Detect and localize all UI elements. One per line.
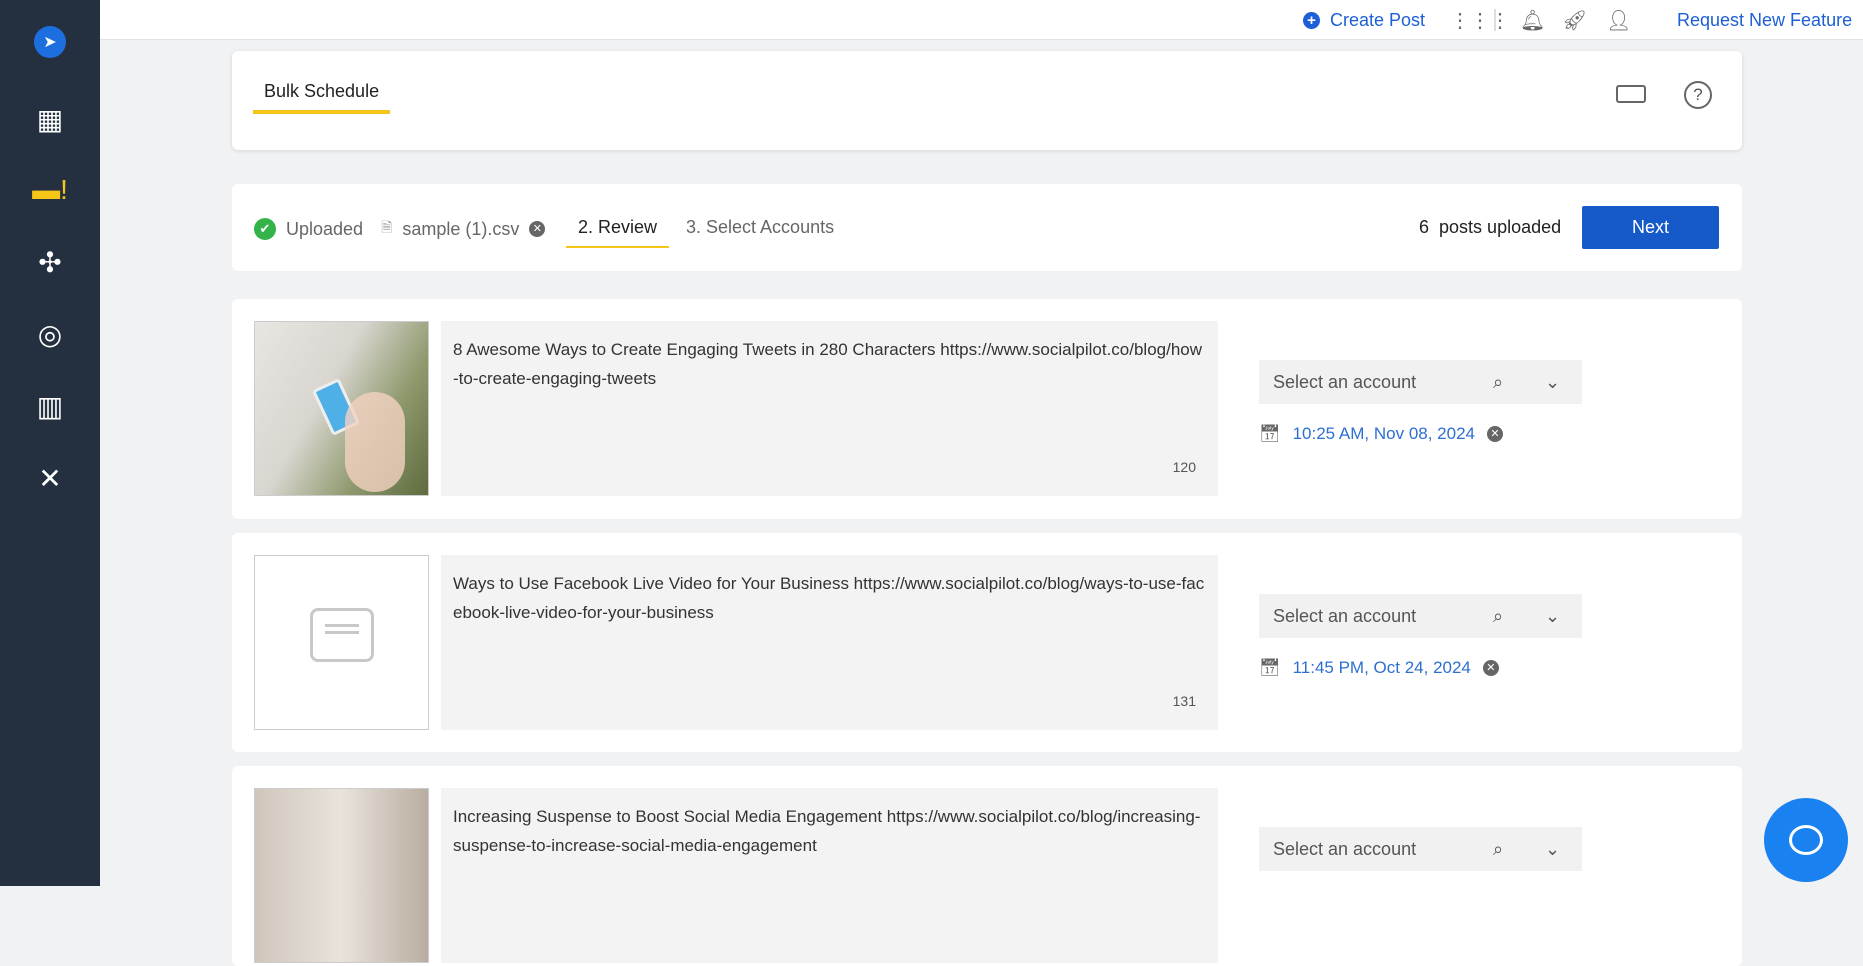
post-row: Ways to Use Facebook Live Video for Your… bbox=[232, 533, 1742, 752]
post-row: Increasing Suspense to Boost Social Medi… bbox=[232, 766, 1742, 966]
posts-icon[interactable]: ▬! bbox=[20, 170, 80, 210]
next-button[interactable]: Next bbox=[1582, 206, 1719, 249]
remove-file-icon[interactable]: ✕ bbox=[529, 221, 546, 237]
notifications-bell-icon[interactable]: 🔔︎ bbox=[1520, 0, 1545, 40]
search-icon: ⌕ bbox=[1493, 838, 1504, 859]
csv-file-icon: 🗎 bbox=[381, 219, 393, 235]
create-post-button[interactable]: + Create Post bbox=[1303, 0, 1425, 40]
help-icon[interactable]: ? bbox=[1684, 81, 1712, 109]
chevron-down-icon: ⌄ bbox=[1545, 838, 1561, 859]
library-icon[interactable]: ▥ bbox=[20, 386, 80, 426]
apps-grid-icon[interactable]: ⋮⋮⋮ bbox=[1450, 0, 1510, 40]
top-bar: + Create Post ⋮⋮⋮ 🔔︎ 🚀︎ 👤︎ Request New Fe… bbox=[100, 0, 1863, 40]
char-count: 120 bbox=[1172, 459, 1196, 475]
file-name: sample (1).csv bbox=[402, 218, 520, 239]
post-image bbox=[254, 788, 429, 963]
chat-icon bbox=[1789, 825, 1823, 855]
dashboard-icon[interactable]: ▦ bbox=[20, 99, 80, 139]
tools-icon[interactable]: ✕ bbox=[20, 458, 80, 498]
post-text[interactable]: 8 Awesome Ways to Create Engaging Tweets… bbox=[441, 321, 1218, 496]
post-row: 8 Awesome Ways to Create Engaging Tweets… bbox=[232, 299, 1742, 519]
step-select-accounts[interactable]: 3. Select Accounts bbox=[686, 217, 834, 238]
logo-icon[interactable]: ➤ bbox=[20, 22, 80, 62]
account-select[interactable]: Select an account ⌕ ⌄ bbox=[1259, 827, 1582, 871]
tab-bulk-schedule[interactable]: Bulk Schedule bbox=[253, 81, 391, 114]
user-profile-icon[interactable]: 👤︎ bbox=[1606, 0, 1631, 40]
post-image bbox=[254, 321, 429, 496]
request-new-feature-link[interactable]: Request New Feature bbox=[1677, 0, 1852, 40]
steps-bar: ✔ Uploaded 🗎 sample (1).csv ✕ 2. Review … bbox=[232, 184, 1742, 271]
divider bbox=[1494, 9, 1496, 31]
clear-date-icon[interactable]: ✕ bbox=[1482, 660, 1499, 676]
page-header: Bulk Schedule ? bbox=[232, 51, 1742, 150]
calendar-clock-icon: 📅︎ bbox=[1259, 658, 1281, 677]
plus-icon: + bbox=[1303, 11, 1320, 29]
analytics-icon[interactable]: ◎ bbox=[20, 314, 80, 354]
search-icon: ⌕ bbox=[1493, 371, 1504, 392]
post-text[interactable]: Ways to Use Facebook Live Video for Your… bbox=[441, 555, 1218, 730]
account-select[interactable]: Select an account ⌕ ⌄ bbox=[1259, 360, 1582, 404]
schedule-date[interactable]: 📅︎ 10:25 AM, Nov 08, 2024 ✕ bbox=[1259, 424, 1503, 444]
sidebar: ➤ ▦ ▬! ✣ ◎ ▥ ✕ bbox=[0, 0, 100, 886]
account-select[interactable]: Select an account ⌕ ⌄ bbox=[1259, 594, 1582, 638]
step-review[interactable]: 2. Review bbox=[566, 217, 670, 248]
search-icon: ⌕ bbox=[1493, 605, 1504, 626]
calendar-clock-icon: 📅︎ bbox=[1259, 424, 1281, 443]
posts-uploaded-count: 6 posts uploaded bbox=[1419, 217, 1562, 237]
post-image-placeholder bbox=[254, 555, 429, 730]
video-tutorial-icon[interactable] bbox=[1616, 85, 1646, 103]
chat-support-button[interactable] bbox=[1764, 798, 1848, 882]
rocket-icon[interactable]: 🚀︎ bbox=[1562, 0, 1587, 40]
create-post-label: Create Post bbox=[1330, 9, 1426, 30]
post-text[interactable]: Increasing Suspense to Boost Social Medi… bbox=[441, 788, 1218, 963]
schedule-date[interactable]: 📅︎ 11:45 PM, Oct 24, 2024 ✕ bbox=[1259, 658, 1499, 678]
message-icon bbox=[310, 608, 374, 662]
chevron-down-icon: ⌄ bbox=[1545, 605, 1561, 626]
uploaded-label: Uploaded bbox=[286, 218, 364, 239]
clear-date-icon[interactable]: ✕ bbox=[1487, 426, 1503, 442]
chevron-down-icon: ⌄ bbox=[1545, 371, 1561, 392]
char-count: 131 bbox=[1172, 693, 1196, 709]
check-icon: ✔ bbox=[254, 218, 276, 240]
connections-icon[interactable]: ✣ bbox=[20, 242, 80, 282]
